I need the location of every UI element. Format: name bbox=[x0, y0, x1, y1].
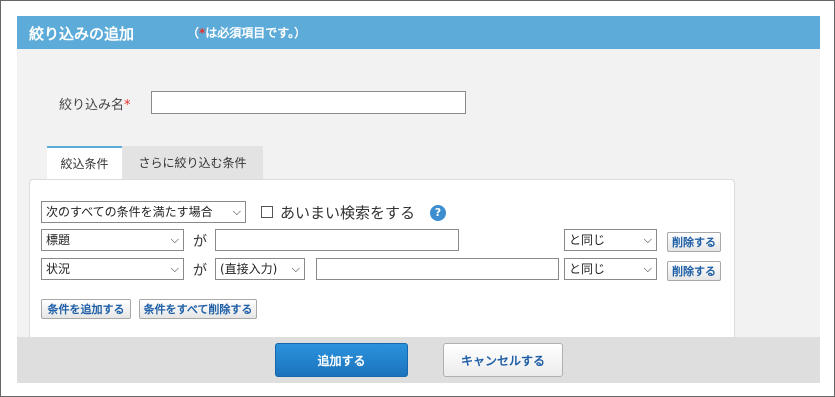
condition-2-field-select[interactable]: 状況 ⌵ bbox=[41, 258, 184, 280]
help-icon[interactable]: ? bbox=[430, 205, 446, 221]
condition-2-input-type-value: (直接入力) bbox=[220, 262, 278, 276]
add-condition-button[interactable]: 条件を追加する bbox=[41, 299, 131, 319]
chevron-down-icon: ⌵ bbox=[291, 262, 300, 275]
required-note: （*は必須項目です。） bbox=[187, 24, 306, 41]
condition-1-value-input[interactable] bbox=[215, 229, 459, 251]
match-mode-value: 次のすべての条件を満たす場合 bbox=[46, 205, 213, 219]
dialog-body: 絞り込み名* 絞込条件 さらに絞り込む条件 次のすべての条件を満たす場合 ⌵ あ… bbox=[17, 59, 820, 340]
dialog-header: 絞り込みの追加 （*は必須項目です。） bbox=[17, 16, 820, 49]
filter-name-label: 絞り込み名* bbox=[59, 94, 131, 113]
chevron-down-icon: ⌵ bbox=[643, 233, 652, 246]
required-note-open: （ bbox=[187, 26, 200, 40]
condition-2-particle: が bbox=[193, 263, 207, 279]
condition-1-field-select[interactable]: 標題 ⌵ bbox=[41, 229, 184, 251]
conditions-panel: 次のすべての条件を満たす場合 ⌵ あいまい検索をする ? 標題 ⌵ が と同じ … bbox=[29, 179, 735, 340]
chevron-down-icon: ⌵ bbox=[170, 262, 179, 275]
tab-further-conditions[interactable]: さらに絞り込む条件 bbox=[122, 146, 263, 179]
condition-2-delete-button[interactable]: 削除する bbox=[667, 261, 721, 281]
required-mark: * bbox=[124, 98, 131, 113]
fuzzy-search-checkbox[interactable] bbox=[261, 206, 273, 218]
fuzzy-search-label: あいまい検索をする bbox=[280, 204, 416, 222]
condition-2-operator-select[interactable]: と同じ ⌵ bbox=[564, 258, 657, 280]
chevron-down-icon: ⌵ bbox=[643, 262, 652, 275]
condition-2-operator-value: と同じ bbox=[569, 262, 606, 276]
chevron-down-icon: ⌵ bbox=[170, 233, 179, 246]
condition-1-field-value: 標題 bbox=[46, 233, 71, 247]
cancel-button[interactable]: キャンセルする bbox=[443, 343, 563, 377]
filter-name-input[interactable] bbox=[151, 91, 466, 114]
condition-1-operator-select[interactable]: と同じ ⌵ bbox=[564, 229, 657, 251]
tab-filter-conditions[interactable]: 絞込条件 bbox=[47, 146, 122, 179]
dialog-footer: 追加する キャンセルする bbox=[17, 337, 820, 383]
condition-2-field-value: 状況 bbox=[46, 262, 71, 276]
condition-1-operator-value: と同じ bbox=[569, 233, 606, 247]
window-frame: 絞り込みの追加 （*は必須項目です。） 絞り込み名* 絞込条件 さらに絞り込む条… bbox=[0, 0, 835, 397]
filter-name-label-text: 絞り込み名 bbox=[59, 98, 125, 113]
add-button[interactable]: 追加する bbox=[275, 343, 408, 377]
match-mode-select[interactable]: 次のすべての条件を満たす場合 ⌵ bbox=[41, 201, 246, 223]
condition-1-particle: が bbox=[193, 234, 207, 250]
required-note-text: は必須項目です。） bbox=[205, 26, 307, 40]
condition-1-delete-button[interactable]: 削除する bbox=[667, 232, 721, 252]
delete-all-conditions-button[interactable]: 条件をすべて削除する bbox=[139, 299, 257, 319]
chevron-down-icon: ⌵ bbox=[232, 205, 241, 218]
add-filter-dialog: 絞り込みの追加 （*は必須項目です。） 絞り込み名* 絞込条件 さらに絞り込む条… bbox=[17, 16, 820, 383]
condition-2-input-type-select[interactable]: (直接入力) ⌵ bbox=[215, 258, 305, 280]
dialog-title: 絞り込みの追加 bbox=[29, 25, 135, 43]
condition-2-value-input[interactable] bbox=[316, 258, 559, 280]
